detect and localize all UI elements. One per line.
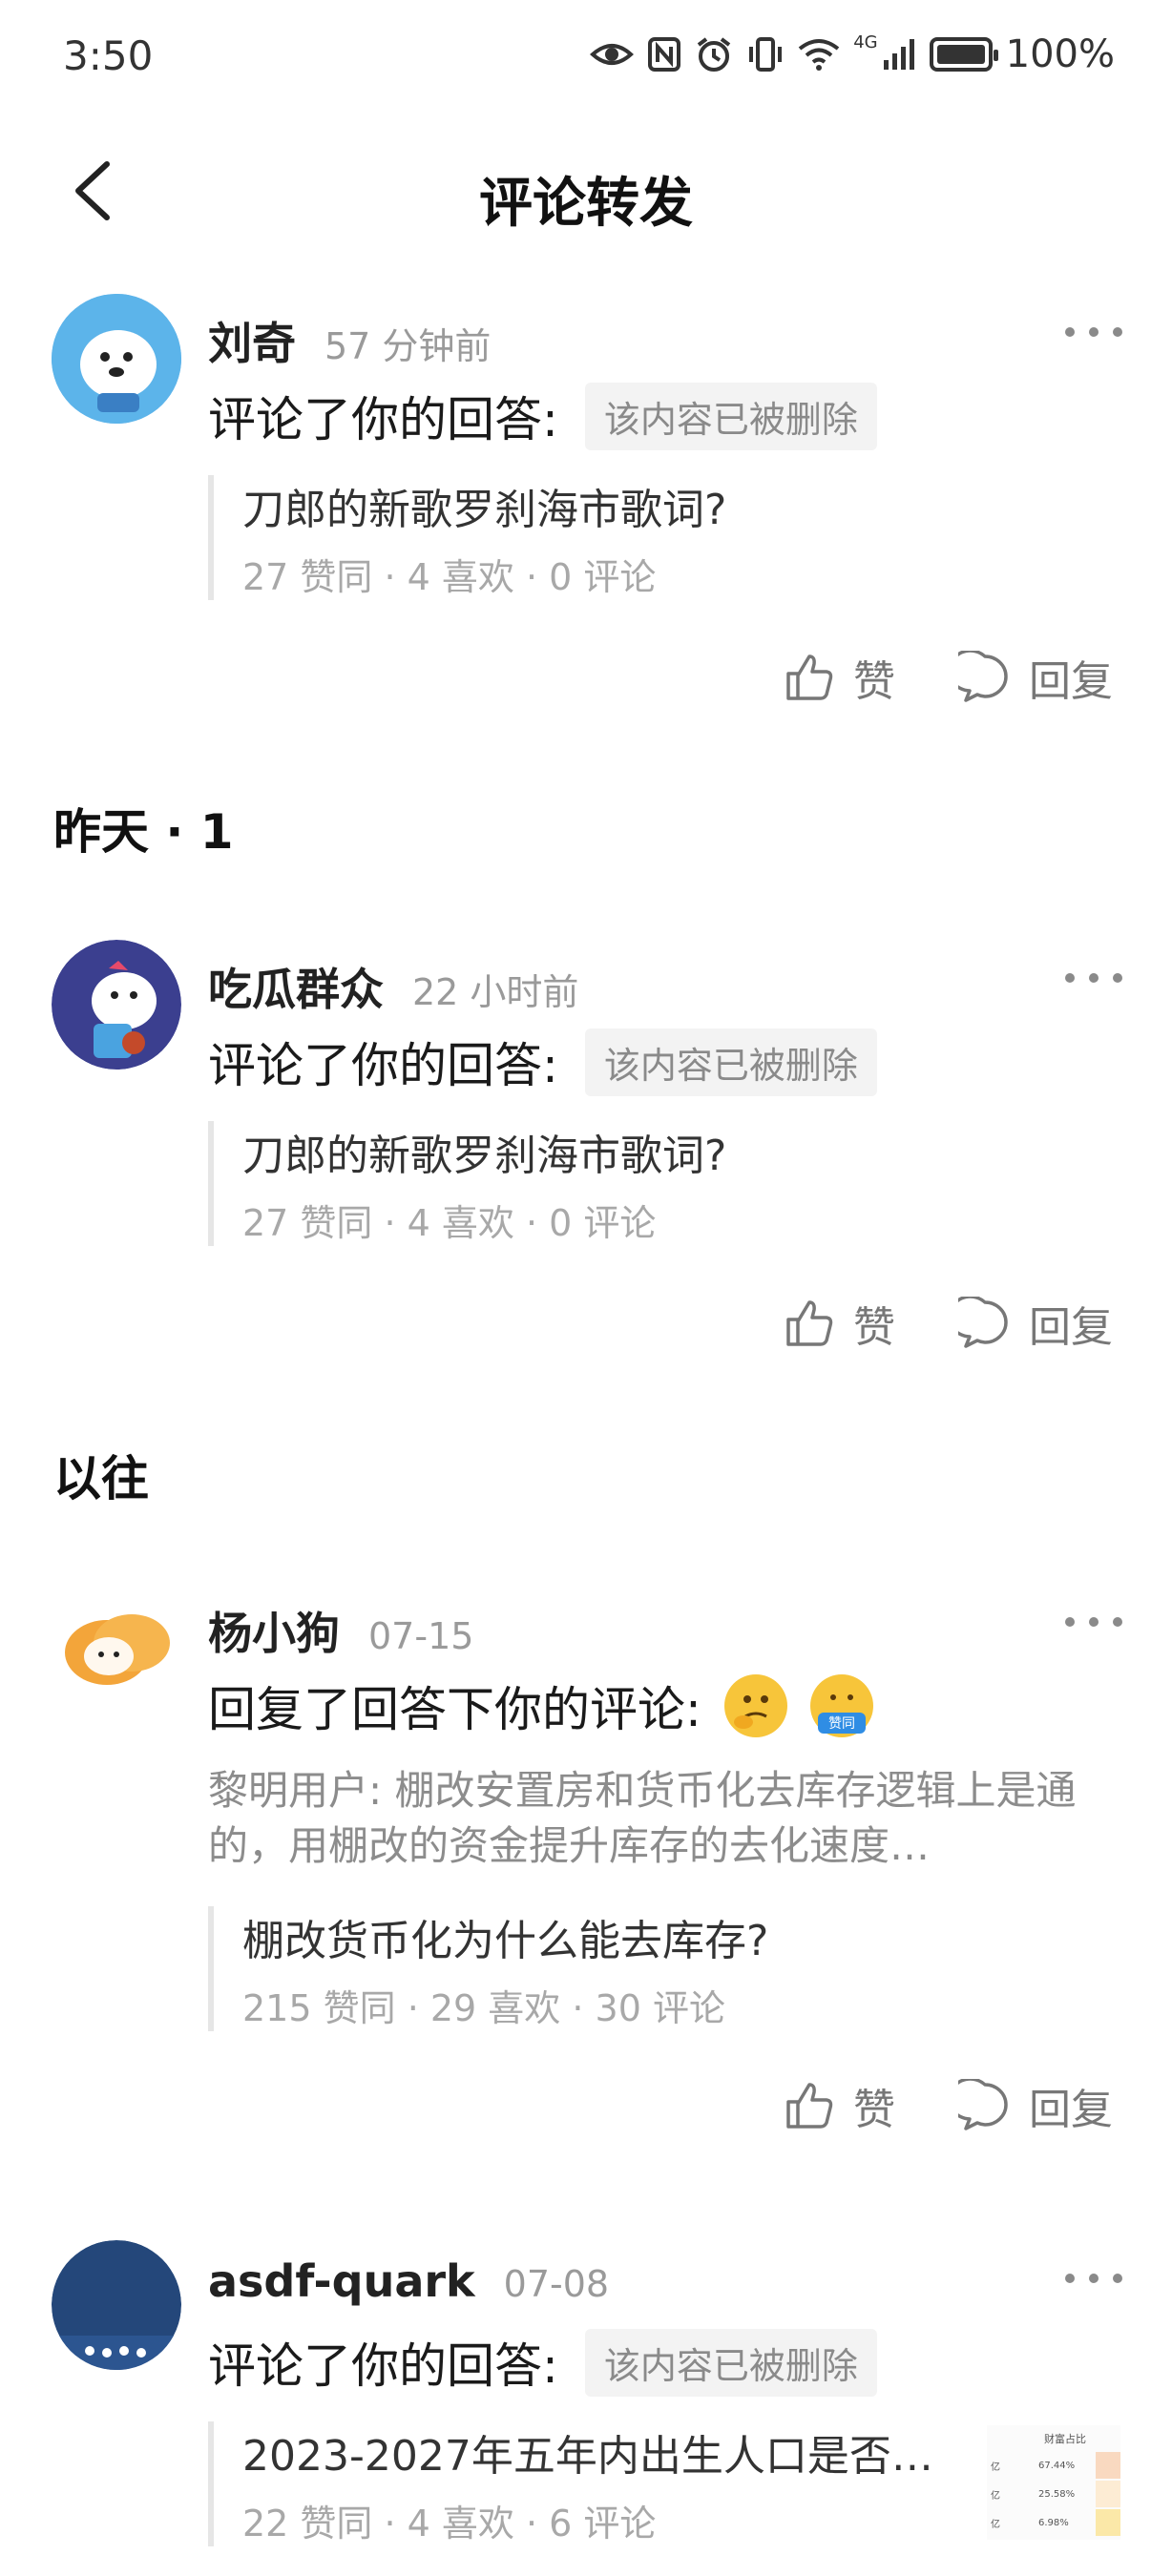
timestamp: 07-08 <box>503 2263 610 2305</box>
thumb-cell: 67.44% <box>1038 2460 1076 2471</box>
reply-label: 回复 <box>1029 1303 1113 1352</box>
quoted-question[interactable]: 刀郎的新歌罗刹海市歌词? 27 赞同 · 4 喜欢 · 0 评论 <box>208 475 1124 600</box>
timestamp: 57 分钟前 <box>324 325 492 367</box>
thumbs-up-icon <box>786 654 833 700</box>
quote-stats: 27 赞同 · 4 喜欢 · 0 评论 <box>242 556 657 598</box>
quote-title: 刀郎的新歌罗刹海市歌词? <box>242 486 727 534</box>
quote-stats: 215 赞同 · 29 喜欢 · 30 评论 <box>242 1987 725 2029</box>
notification-card[interactable]: 杨小狗 07-15 回复了回答下你的评论: 赞同 黎明用户: 棚改安置房和货币化… <box>0 1584 1172 2156</box>
battery-percent: 100% <box>1005 32 1115 76</box>
page-title: 评论转发 <box>479 173 693 235</box>
notification-card[interactable]: 吃瓜群众 22 小时前 评论了你的回答: 该内容已被删除 刀郎的新歌罗刹海市歌词… <box>0 940 1172 1360</box>
deleted-tag: 该内容已被删除 <box>584 2328 877 2397</box>
avatar[interactable] <box>52 940 181 1070</box>
quote-title: 棚改货币化为什么能去库存? <box>242 1917 769 1965</box>
more-options-button[interactable] <box>1065 313 1122 351</box>
quote-title: 刀郎的新歌罗刹海市歌词? <box>242 1132 727 1180</box>
like-button[interactable]: 赞 <box>783 647 895 708</box>
alarm-icon <box>698 37 731 72</box>
like-label: 赞 <box>853 2086 895 2134</box>
avatar[interactable] <box>52 294 181 424</box>
status-icons: 4G 100% <box>590 32 1115 76</box>
thumb-cell: 亿 <box>991 2519 1000 2530</box>
timestamp: 22 小时前 <box>412 971 579 1013</box>
action-text: 回复了回答下你的评论: <box>208 1682 701 1737</box>
like-label: 赞 <box>853 1303 895 1352</box>
nfc-icon <box>648 37 681 72</box>
timestamp: 07-15 <box>368 1615 474 1657</box>
quoted-question[interactable]: 棚改货币化为什么能去库存? 215 赞同 · 29 喜欢 · 30 评论 <box>208 1906 1124 2031</box>
thumb-header: 财富占比 <box>1044 2433 1086 2445</box>
thumb-cell: 25.58% <box>1038 2488 1076 2500</box>
quoted-question[interactable]: 刀郎的新歌罗刹海市歌词? 27 赞同 · 4 喜欢 · 0 评论 <box>208 1121 1124 1246</box>
thumbs-up-icon <box>786 1300 833 1346</box>
reply-button[interactable]: 回复 <box>958 647 1113 708</box>
like-label: 赞 <box>853 657 895 706</box>
reply-label: 回复 <box>1029 657 1113 706</box>
avatar[interactable] <box>52 2240 181 2370</box>
battery-icon <box>929 37 998 72</box>
page-header: 评论转发 <box>0 124 1172 258</box>
like-button[interactable]: 赞 <box>783 2075 895 2136</box>
vibrate-icon <box>749 37 783 72</box>
thumbnail-table[interactable]: 财富占比 亿 67.44% 亿 25.58% 亿 6.98% <box>987 2425 1120 2540</box>
like-button[interactable]: 赞 <box>783 1293 895 1354</box>
action-text: 评论了你的回答: <box>208 1038 558 1093</box>
user-name[interactable]: 吃瓜群众 <box>208 955 384 1018</box>
section-header-past: 以往 <box>53 1451 149 1506</box>
eye-icon <box>590 44 635 65</box>
thumb-cell: 亿 <box>991 2490 1000 2502</box>
wifi-icon <box>798 39 840 71</box>
quote-stats: 27 赞同 · 4 喜欢 · 0 评论 <box>242 1202 657 1244</box>
comment-bubble-icon <box>958 2079 1008 2130</box>
comment-bubble-icon <box>958 1297 1008 1348</box>
notification-card[interactable]: asdf-quark 07-08 评论了你的回答: 该内容已被删除 2023-2… <box>0 2240 1172 2576</box>
network-type: 4G <box>853 32 878 52</box>
more-options-button[interactable] <box>1065 959 1122 997</box>
comment-bubble-icon <box>958 651 1008 702</box>
notification-card[interactable]: 刘奇 57 分钟前 评论了你的回答: 该内容已被删除 刀郎的新歌罗刹海市歌词? … <box>0 294 1172 714</box>
deleted-tag: 该内容已被删除 <box>584 382 877 450</box>
more-options-button[interactable] <box>1065 2259 1122 2297</box>
thumb-cell: 亿 <box>991 2462 1000 2473</box>
emoji-label: 赞同 <box>828 1716 855 1732</box>
signal-icon <box>883 39 914 70</box>
user-name[interactable]: asdf-quark <box>208 2255 475 2307</box>
section-header-yesterday: 昨天 · 1 <box>53 804 234 860</box>
thinking-emoji-icon <box>723 1674 787 1737</box>
user-name[interactable]: 杨小狗 <box>208 1599 340 1662</box>
deleted-tag: 该内容已被删除 <box>584 1028 877 1096</box>
user-name[interactable]: 刘奇 <box>208 309 296 372</box>
more-options-button[interactable] <box>1065 1603 1122 1641</box>
quote-title: 2023-2027年五年内出生人口是否… <box>242 2432 933 2481</box>
thumbs-up-icon <box>786 2083 833 2129</box>
reply-label: 回复 <box>1029 2086 1113 2134</box>
reply-button[interactable]: 回复 <box>958 1293 1113 1354</box>
comment-text: 黎明用户: 棚改安置房和货币化去库存逻辑上是通的，用棚改的资金提升库存的去化速度… <box>208 1767 1077 1869</box>
status-bar: 3:50 4G 100% <box>0 0 1172 114</box>
action-text: 评论了你的回答: <box>208 392 558 447</box>
agree-emoji-icon: 赞同 <box>809 1674 873 1737</box>
reply-button[interactable]: 回复 <box>958 2075 1113 2136</box>
status-time: 3:50 <box>63 32 154 79</box>
thumb-cell: 6.98% <box>1038 2517 1069 2528</box>
avatar[interactable] <box>52 1584 181 1714</box>
action-text: 评论了你的回答: <box>208 2338 558 2394</box>
